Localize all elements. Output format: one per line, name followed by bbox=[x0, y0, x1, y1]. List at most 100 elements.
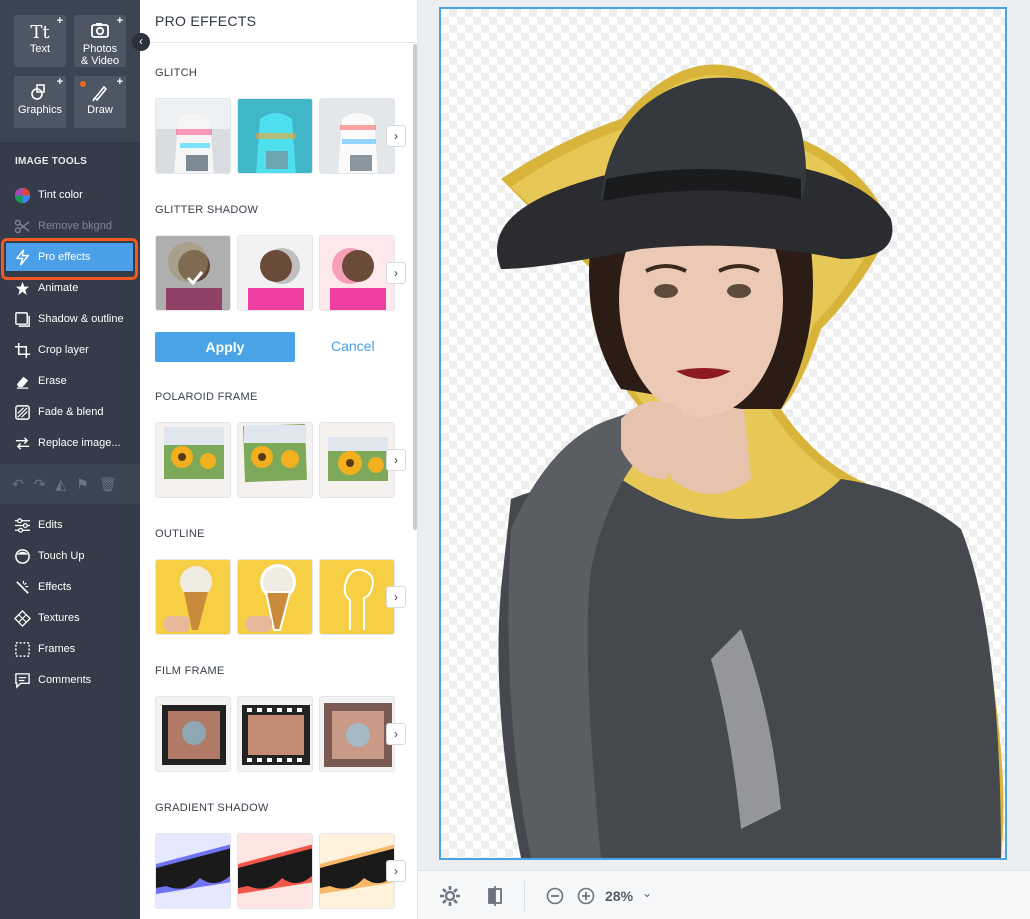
glitch-next-button[interactable]: › bbox=[386, 125, 406, 147]
artboard[interactable] bbox=[439, 7, 1007, 860]
tile-label: Graphics bbox=[17, 104, 63, 116]
nav-label: Comments bbox=[38, 674, 92, 686]
tool-animate[interactable]: Animate bbox=[0, 274, 140, 302]
nav-textures[interactable]: Textures bbox=[0, 604, 140, 632]
left-sidebar: + Tt Text + Photos & Video + Graphics + bbox=[0, 0, 140, 919]
apply-button[interactable]: Apply bbox=[155, 332, 295, 362]
scissors-icon bbox=[14, 219, 30, 233]
glitch-preset-2[interactable] bbox=[237, 98, 313, 174]
nav-label: Textures bbox=[38, 612, 80, 624]
glitch-preset-3[interactable] bbox=[319, 98, 395, 174]
polaroid-frame-preset-1[interactable] bbox=[155, 422, 231, 498]
zoom-in-icon[interactable] bbox=[577, 887, 595, 905]
plus-icon: + bbox=[116, 76, 123, 88]
film-frame-preset-1[interactable] bbox=[155, 696, 231, 772]
compare-icon[interactable] bbox=[484, 885, 506, 907]
polaroid-frame-next-button[interactable]: › bbox=[386, 449, 406, 471]
nav-touch-up[interactable]: Touch Up bbox=[0, 542, 140, 570]
eraser-icon bbox=[16, 376, 29, 389]
tool-crop-layer[interactable]: Crop layer bbox=[0, 336, 140, 364]
cancel-button[interactable]: Cancel bbox=[331, 338, 375, 354]
gradient-shadow-preset-3[interactable] bbox=[319, 833, 395, 909]
outline-preset-1[interactable] bbox=[155, 559, 231, 635]
glitter-shadow-next-button[interactable]: › bbox=[386, 262, 406, 284]
outline-next-button[interactable]: › bbox=[386, 586, 406, 608]
category-title: GLITTER SHADOW bbox=[155, 204, 259, 216]
subject-image[interactable] bbox=[441, 9, 1005, 858]
tool-shadow-outline[interactable]: Shadow & outline bbox=[0, 305, 140, 333]
outline-preset-2[interactable] bbox=[237, 559, 313, 635]
nav-label: Effects bbox=[38, 581, 72, 593]
fade-icon bbox=[15, 404, 30, 420]
nav-edits[interactable]: Edits bbox=[0, 511, 140, 539]
star-icon bbox=[15, 281, 30, 295]
nav-label: Edits bbox=[38, 519, 63, 531]
tool-replace-image[interactable]: Replace image... bbox=[0, 429, 140, 457]
tile-label: Photos & Video bbox=[80, 43, 120, 67]
photo-icon bbox=[91, 23, 109, 38]
film-frame-next-button[interactable]: › bbox=[386, 723, 406, 745]
film-frame-preset-2[interactable] bbox=[237, 696, 313, 772]
magic-wand-icon bbox=[16, 580, 29, 594]
category-title: OUTLINE bbox=[155, 528, 205, 540]
zoom-level[interactable]: 28% bbox=[605, 888, 633, 904]
plus-icon: + bbox=[56, 15, 63, 27]
tool-label: Fade & blend bbox=[38, 406, 104, 418]
undo-icon[interactable]: ↶ bbox=[12, 476, 24, 493]
nav-label: Frames bbox=[38, 643, 76, 655]
shadow-outline-icon bbox=[15, 311, 30, 327]
glitter-shadow-preset-1[interactable] bbox=[155, 235, 231, 311]
tool-fade-blend[interactable]: Fade & blend bbox=[0, 398, 140, 426]
nav-comments[interactable]: Comments bbox=[0, 666, 140, 694]
glitter-shadow-preset-3[interactable] bbox=[319, 235, 395, 311]
gradient-shadow-preset-1[interactable] bbox=[155, 833, 231, 909]
outline-preset-3[interactable] bbox=[319, 559, 395, 635]
notification-dot bbox=[80, 81, 86, 87]
nav-effects[interactable]: Effects bbox=[0, 573, 140, 601]
redo-icon[interactable]: ↷ bbox=[34, 476, 46, 493]
add-text-tile[interactable]: + Tt Text bbox=[14, 15, 66, 67]
film-frame-preset-3[interactable] bbox=[319, 696, 395, 772]
panel-scrollbar[interactable] bbox=[413, 44, 417, 530]
panel-title: PRO EFFECTS bbox=[155, 13, 257, 29]
sliders-icon bbox=[14, 517, 31, 533]
tool-label: Replace image... bbox=[38, 437, 121, 449]
collapse-panel-button[interactable]: ‹ bbox=[132, 33, 150, 51]
chevron-down-icon[interactable]: ⌄ bbox=[642, 886, 652, 900]
swap-icon bbox=[15, 436, 30, 450]
draw-tile[interactable]: + Draw bbox=[74, 76, 126, 128]
flag-icon[interactable]: ⚑ bbox=[76, 476, 89, 493]
face-icon bbox=[15, 548, 30, 564]
nav-frames[interactable]: Frames bbox=[0, 635, 140, 663]
flip-icon[interactable]: ◭ bbox=[55, 476, 66, 493]
image-tools-title: IMAGE TOOLS bbox=[15, 156, 88, 167]
category-title: GRADIENT SHADOW bbox=[155, 802, 269, 814]
add-photos-tile[interactable]: + Photos & Video bbox=[74, 15, 126, 67]
glitter-shadow-preset-2[interactable] bbox=[237, 235, 313, 311]
zoom-out-icon[interactable] bbox=[546, 887, 564, 905]
comment-icon bbox=[15, 672, 30, 689]
tool-remove-background[interactable]: Remove bkgnd bbox=[0, 212, 140, 240]
polaroid-frame-preset-2[interactable] bbox=[237, 422, 313, 498]
gradient-shadow-next-button[interactable]: › bbox=[386, 860, 406, 882]
gradient-shadow-preset-2[interactable] bbox=[237, 833, 313, 909]
crop-icon bbox=[14, 342, 31, 358]
tool-tint-color[interactable]: Tint color bbox=[0, 181, 140, 209]
canvas-bottom-bar: 28% ⌄ bbox=[418, 870, 1030, 919]
pro-effects-panel: PRO EFFECTS GLITCH › GLITTER SHADOW › Ap… bbox=[140, 0, 418, 919]
frame-icon bbox=[15, 641, 30, 657]
divider bbox=[524, 881, 525, 911]
polaroid-frame-preset-3[interactable] bbox=[319, 422, 395, 498]
trash-icon[interactable]: 🗑 bbox=[99, 476, 117, 493]
add-graphics-tile[interactable]: + Graphics bbox=[14, 76, 66, 128]
gear-icon[interactable] bbox=[439, 885, 461, 907]
texture-icon bbox=[14, 609, 31, 627]
tool-erase[interactable]: Erase bbox=[0, 367, 140, 395]
canvas-area bbox=[418, 0, 1030, 870]
tool-label: Erase bbox=[38, 375, 67, 387]
tile-label: Draw bbox=[87, 104, 113, 116]
graphics-icon bbox=[31, 84, 45, 100]
category-title: GLITCH bbox=[155, 67, 198, 79]
tool-label: Shadow & outline bbox=[38, 313, 124, 325]
glitch-preset-1[interactable] bbox=[155, 98, 231, 174]
